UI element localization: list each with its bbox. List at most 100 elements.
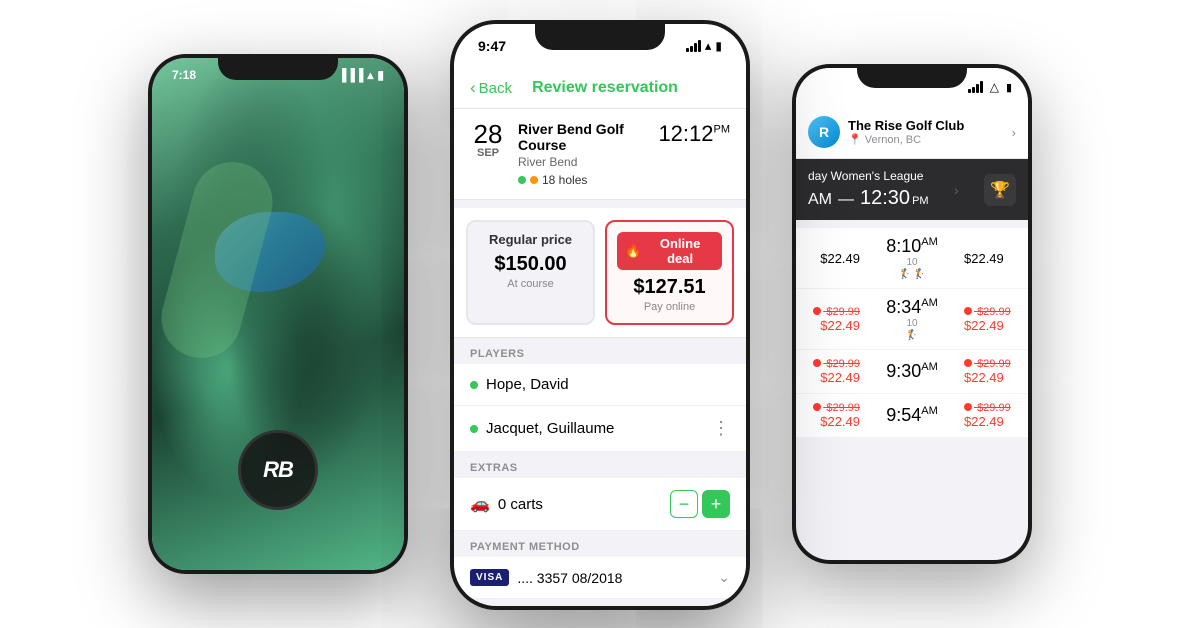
extras-row: 🚗 0 carts − + [454, 478, 746, 531]
tee1-price-left: $22.49 [808, 251, 860, 266]
club-location: 📍 Vernon, BC [848, 133, 1004, 146]
tee2-golfer-icons: 🏌 [868, 330, 956, 341]
tee2-price-right: $29.99 $22.49 [964, 306, 1016, 333]
fire-icon: 🔥 [625, 243, 641, 259]
left-notch [218, 54, 338, 80]
tee-row-3[interactable]: $29.99 $22.49 9:30AM $29.99 $22.49 [796, 350, 1028, 393]
right-signal [968, 81, 983, 93]
tee2-price-disc: $22.49 [808, 318, 860, 333]
tee3-time-big: 9:30AM [868, 361, 956, 382]
phone-left-inner: 7:18 ▐▐▐ ▴ ▮ RB [152, 58, 404, 570]
club-header[interactable]: R The Rise Golf Club 📍 Vernon, BC › [796, 106, 1028, 159]
holes-row: 18 holes [518, 173, 646, 187]
tee3-price-right-striked: $29.99 [964, 358, 1016, 370]
league-name: day Women's League [808, 169, 929, 183]
regular-price-sublabel: At course [478, 278, 583, 290]
tee2-price-right-disc: $22.49 [964, 318, 1016, 333]
back-button[interactable]: ‹ Back [470, 78, 512, 98]
tee4-time-big: 9:54AM [868, 405, 956, 426]
player-row-2: Jacquet, Guillaume ⋮ [454, 406, 746, 452]
tee-time-value: 12:12 [658, 121, 713, 146]
cart-icon: 🚗 [470, 494, 490, 514]
tee3-price-right: $29.99 $22.49 [964, 358, 1016, 385]
tee1-time-big: 8:10AM [868, 236, 956, 257]
logo-badge: RB [238, 430, 318, 510]
deal-price-label: 🔥 Online deal [617, 232, 722, 270]
wifi-icon: ▴ [705, 38, 712, 54]
chevron-down-icon: ⌄ [718, 569, 730, 586]
carts-label: 0 carts [498, 496, 662, 513]
tee-row-4[interactable]: $29.99 $22.49 9:54AM $29.99 $22.49 [796, 394, 1028, 437]
tee2-slots: 10 [868, 318, 956, 329]
phone-center-inner: 9:47 ▴ ▮ ‹ Back Revi [454, 24, 746, 606]
visa-icon: VISA [470, 569, 509, 586]
reservation-header: 28 SEP River Bend Golf Course River Bend… [454, 109, 746, 200]
tee4-price-right-disc: $22.49 [964, 414, 1016, 429]
tee-row-1[interactable]: $22.49 8:10AM 10 🏌 🏌 $22.49 [796, 228, 1028, 288]
tee1-price-right: $22.49 [964, 251, 1016, 266]
tee2-time-big: 8:34AM [868, 297, 956, 318]
tee1-price-right-val: $22.49 [964, 251, 1016, 266]
tee3-time-center: 9:30AM [868, 361, 956, 382]
stepper-minus-button[interactable]: − [670, 490, 698, 518]
center-status-icons: ▴ ▮ [686, 38, 722, 54]
league-time: AM — 12:30 PM [808, 187, 929, 210]
date-number: 28 [470, 121, 506, 147]
back-label: Back [479, 80, 512, 97]
tee-row-2[interactable]: $29.99 $22.49 8:34AM 10 🏌 [796, 289, 1028, 349]
club-name-block: The Rise Golf Club 📍 Vernon, BC [848, 118, 1004, 146]
league-row[interactable]: day Women's League AM — 12:30 PM › 🏆 [796, 159, 1028, 220]
center-notch [535, 20, 665, 50]
extras-section-label: EXTRAS [454, 452, 746, 478]
battery-icon: ▮ [715, 39, 722, 53]
price-section: Regular price $150.00 At course 🔥 Online… [454, 208, 746, 338]
phone-right-inner: △ ▮ R The Rise Golf Club 📍 Vernon, BC › [796, 68, 1028, 560]
deal-price-amount: $127.51 [617, 276, 722, 299]
tee1-time-center: 8:10AM 10 🏌 🏌 [868, 236, 956, 280]
deal-dot3-icon [813, 359, 821, 367]
left-status-icons: ▐▐▐ ▴ ▮ [338, 68, 384, 82]
cart-stepper[interactable]: − + [670, 490, 730, 518]
more-options-icon[interactable]: ⋮ [712, 418, 730, 439]
tee1-price-normal: $22.49 [808, 251, 860, 266]
tee4-price-left: $29.99 $22.49 [808, 402, 860, 429]
back-chevron-icon: ‹ [470, 78, 476, 98]
signal-bars [686, 40, 701, 52]
battery-icon: ▮ [377, 68, 384, 82]
wifi-icon: ▴ [367, 68, 373, 82]
aerial-background: 7:18 ▐▐▐ ▴ ▮ RB [152, 58, 404, 570]
deal-label-text: Online deal [646, 236, 714, 266]
deal-price-sublabel: Pay online [617, 301, 722, 313]
deal-dot4r-icon [964, 403, 972, 411]
tee4-price-disc: $22.49 [808, 414, 860, 429]
golfer-icon: 🏌 [913, 269, 925, 280]
phone-right: △ ▮ R The Rise Golf Club 📍 Vernon, BC › [792, 64, 1032, 564]
tee-time: 12:12PM [658, 121, 730, 147]
payment-section-label: PAYMENT METHOD [454, 531, 746, 557]
tee3-price-disc: $22.49 [808, 370, 860, 385]
stepper-plus-button[interactable]: + [702, 490, 730, 518]
player-row-1: Hope, David [454, 364, 746, 406]
time-dash: — [838, 191, 854, 209]
regular-price-label: Regular price [478, 232, 583, 247]
course-location: River Bend [518, 155, 646, 169]
card-info: .... 3357 08/2018 [517, 570, 710, 586]
regular-price-card[interactable]: Regular price $150.00 At course [466, 220, 595, 325]
center-nav: ‹ Back Review reservation [454, 68, 746, 109]
golfer-icon: 🏌 [906, 330, 918, 341]
tee2-time-center: 8:34AM 10 🏌 [868, 297, 956, 341]
regular-price-amount: $150.00 [478, 253, 583, 276]
deal-price-card[interactable]: 🔥 Online deal $127.51 Pay online [605, 220, 734, 325]
tee1-golfer-icons: 🏌 🏌 [868, 269, 956, 280]
right-battery-icon: ▮ [1006, 81, 1012, 94]
tee2-price-striked: $29.99 [808, 306, 860, 318]
payment-row[interactable]: VISA .... 3357 08/2018 ⌄ [454, 557, 746, 599]
player2-name: Jacquet, Guillaume [486, 420, 704, 437]
course-info: River Bend Golf Course River Bend 18 hol… [518, 121, 646, 187]
league-start: AM [808, 191, 832, 209]
player2-dot [470, 425, 478, 433]
players-section-label: PLAYERS [454, 338, 746, 364]
player1-name: Hope, David [486, 376, 730, 393]
card-number: .... 3357 [517, 570, 568, 586]
phone-left: 7:18 ▐▐▐ ▴ ▮ RB [148, 54, 408, 574]
